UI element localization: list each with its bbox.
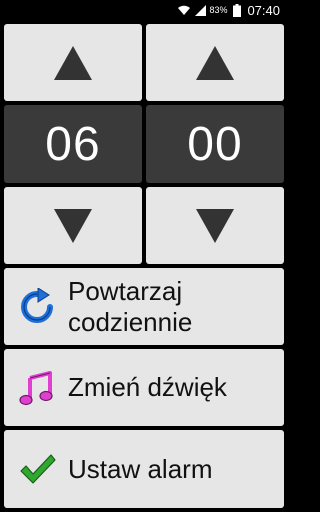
set-alarm-button[interactable]: Ustaw alarm <box>4 430 284 508</box>
change-sound-label: Zmień dźwięk <box>68 372 227 402</box>
repeat-icon <box>21 287 53 323</box>
repeat-daily-button[interactable]: Powtarzaj codziennie <box>4 268 284 345</box>
increase-minutes-button[interactable] <box>146 24 284 101</box>
status-bar: 83% 07:40 <box>0 0 288 20</box>
decrease-hours-button[interactable] <box>4 187 142 264</box>
set-alarm-label: Ustaw alarm <box>68 453 213 484</box>
checkmark-icon <box>20 454 56 484</box>
arrow-up-icon <box>54 45 92 80</box>
increase-hours-button[interactable] <box>4 24 142 101</box>
minutes-display: 00 <box>146 105 284 183</box>
change-sound-button[interactable]: Zmień dźwięk <box>4 349 284 426</box>
arrow-up-icon <box>196 45 234 80</box>
arrow-down-icon <box>196 208 234 243</box>
status-clock: 07:40 <box>247 2 280 18</box>
decrease-minutes-button[interactable] <box>146 187 284 264</box>
hours-display: 06 <box>4 105 142 183</box>
arrow-down-icon <box>54 208 92 243</box>
signal-icon <box>195 4 207 16</box>
repeat-daily-label: Powtarzaj codziennie <box>68 275 193 337</box>
music-note-icon <box>19 370 53 405</box>
battery-icon <box>233 3 242 17</box>
wifi-icon <box>177 4 191 16</box>
battery-percent: 83% <box>209 5 228 15</box>
